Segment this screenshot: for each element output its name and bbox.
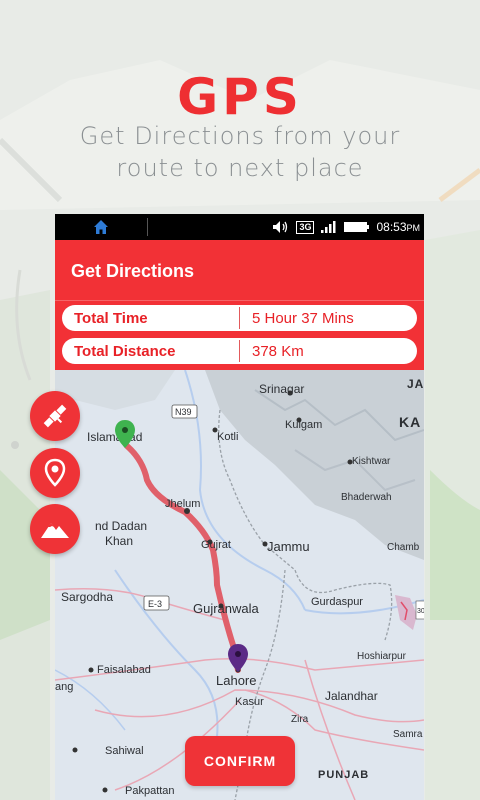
location-button[interactable] xyxy=(30,448,80,498)
header-divider xyxy=(55,300,424,301)
total-time-row: Total Time 5 Hour 37 Mins xyxy=(62,305,417,331)
network-type: 3G xyxy=(296,220,315,234)
status-icons: 3G 08:53PM xyxy=(272,214,420,240)
total-distance-label: Total Distance xyxy=(74,343,176,360)
map-label: JA xyxy=(407,377,424,391)
map-label: Zira xyxy=(291,714,309,725)
map-label: Hoshiarpur xyxy=(357,651,407,662)
total-time-value: 5 Hour 37 Mins xyxy=(252,310,354,327)
map-label: Lahore xyxy=(216,673,256,688)
row-divider xyxy=(239,307,240,329)
clock-time: 08:53 xyxy=(376,220,407,234)
map-label: Gujranwala xyxy=(193,601,260,616)
satellite-view-button[interactable] xyxy=(30,391,80,441)
home-icon[interactable] xyxy=(93,219,109,235)
map-label: Samra xyxy=(393,729,423,740)
status-bar: 3G 08:53PM xyxy=(55,214,424,240)
hero-subtitle: Get Directions from your route to next p… xyxy=(0,120,480,184)
page-title: Get Directions xyxy=(71,261,195,281)
map-label: Kasur xyxy=(235,696,264,708)
hero-subtitle-line1: Get Directions from your xyxy=(79,122,401,150)
map-label: Pakpattan xyxy=(125,785,175,797)
statusbar-divider xyxy=(147,218,148,236)
clock-ampm: PM xyxy=(406,223,421,233)
road-shield-30: 30 xyxy=(417,608,424,615)
map-label: Faisalabad xyxy=(97,664,151,676)
map-label: Bhaderwah xyxy=(341,492,392,503)
hero-title: GPS xyxy=(177,68,303,126)
map-label: Jammu xyxy=(267,539,310,554)
road-shield-n39: N39 xyxy=(175,407,192,417)
directions-header: Get Directions Total Time 5 Hour 37 Mins… xyxy=(55,240,424,370)
confirm-button[interactable]: CONFIRM xyxy=(185,736,295,786)
map-label: Sargodha xyxy=(61,590,113,604)
terrain-view-button[interactable] xyxy=(30,504,80,554)
map-label: Sahiwal xyxy=(105,745,144,757)
map-label: nd Dadan xyxy=(95,519,147,533)
map-label: Srinagar xyxy=(259,382,304,396)
road-shield-e3: E-3 xyxy=(148,599,162,609)
row-divider xyxy=(239,340,240,362)
map-label: Jhelum xyxy=(165,498,200,510)
total-distance-row: Total Distance 378 Km xyxy=(62,338,417,364)
map-label: Kotli xyxy=(217,431,238,443)
hero-subtitle-line2: route to next place xyxy=(116,154,364,182)
location-pin-icon xyxy=(44,458,66,487)
map-label: ang xyxy=(55,681,73,693)
map-label: Gurdaspur xyxy=(311,596,363,608)
phone-screen: 3G 08:53PM Get Directions Total Time 5 H… xyxy=(55,214,424,800)
map-label: PUNJAB xyxy=(318,769,369,781)
satellite-icon xyxy=(43,404,67,428)
map-label: Chamb xyxy=(387,542,420,553)
total-time-label: Total Time xyxy=(74,310,148,327)
signal-icon xyxy=(321,221,336,233)
map-label: KA xyxy=(399,414,421,430)
sound-icon xyxy=(273,221,288,233)
map-label: Gujrat xyxy=(201,539,231,551)
map-label: Khan xyxy=(105,534,133,548)
total-distance-value: 378 Km xyxy=(252,343,304,360)
clock: 08:53PM xyxy=(376,220,420,234)
map-label: Kishtwar xyxy=(352,456,391,467)
map-label: Kulgam xyxy=(285,419,322,431)
map-label: Jalandhar xyxy=(325,689,378,703)
battery-icon xyxy=(344,222,370,232)
mountain-icon xyxy=(41,523,69,538)
